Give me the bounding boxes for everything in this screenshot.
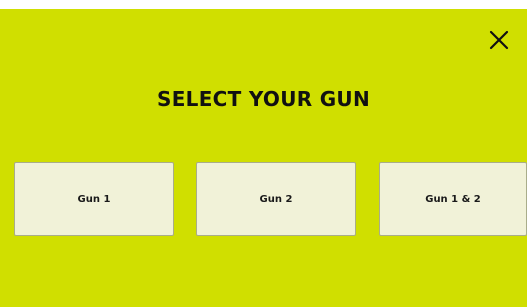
close-button[interactable] [486,27,512,53]
gun-select-dialog: SELECT YOUR GUN Gun 1 Gun 2 Gun 1 & 2 [0,9,527,307]
gun-1-button[interactable]: Gun 1 [14,162,174,236]
dialog-title: SELECT YOUR GUN [156,87,371,111]
close-icon [489,30,509,50]
gun-1-and-2-button[interactable]: Gun 1 & 2 [379,162,527,236]
gun-2-button[interactable]: Gun 2 [196,162,356,236]
